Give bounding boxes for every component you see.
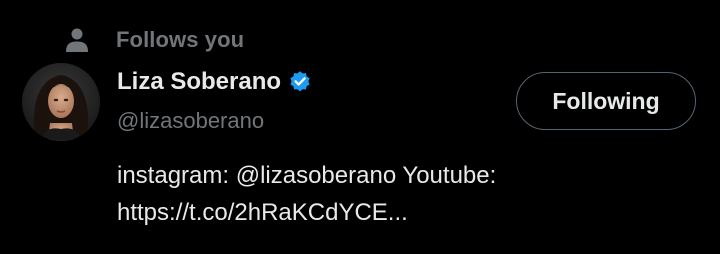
name-row[interactable]: Liza Soberano — [117, 63, 314, 101]
avatar[interactable] — [22, 63, 100, 141]
follows-you-label: Follows you — [116, 27, 245, 52]
display-name[interactable]: Liza Soberano — [117, 68, 281, 96]
user-bio: instagram: @lizasoberano Youtube: https:… — [117, 157, 697, 231]
following-button[interactable]: Following — [516, 72, 696, 130]
person-icon — [62, 25, 92, 55]
social-context: Follows you — [62, 22, 244, 58]
verified-badge-icon — [288, 69, 314, 95]
bio-link[interactable]: https://t.co/2hRaKCdYCE... — [117, 194, 697, 231]
bio-line: instagram: @lizasoberano Youtube: — [117, 162, 497, 189]
user-handle: @lizasoberano — [117, 108, 265, 133]
